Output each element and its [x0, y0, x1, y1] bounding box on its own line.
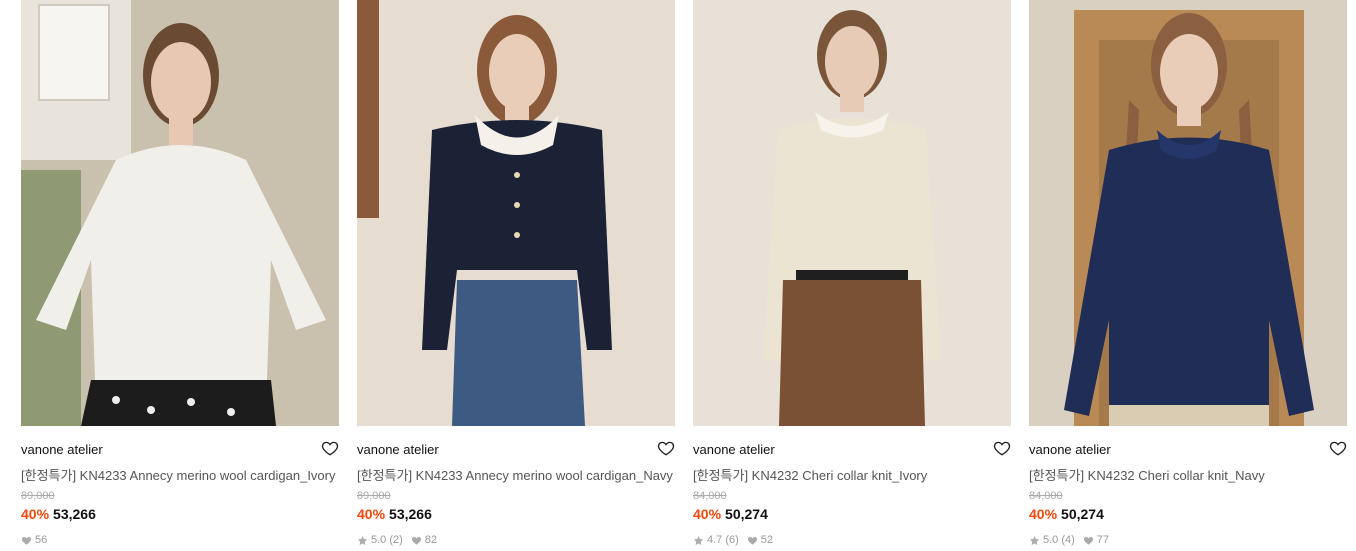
product-card[interactable]: vanone atelier [한정특가] KN4233 Annecy meri… [21, 0, 339, 551]
likes-count: 56 [35, 534, 48, 546]
product-card[interactable]: vanone atelier [한정특가] KN4232 Cheri colla… [693, 0, 1011, 551]
discount-rate: 40% [357, 506, 386, 522]
rating-value: 5.0 (2) [371, 534, 403, 546]
brand-name[interactable]: vanone atelier [357, 442, 439, 457]
model-photo [693, 0, 1011, 426]
likes: 77 [1083, 534, 1109, 546]
heart-filled-icon [747, 535, 758, 545]
likes-count: 52 [760, 534, 774, 546]
heart-outline-icon[interactable] [1329, 439, 1347, 457]
heart-outline-icon[interactable] [657, 439, 675, 457]
discount-rate: 40% [21, 506, 50, 522]
product-stats: 5.0 (4) 77 [1029, 534, 1117, 546]
brand-name[interactable]: vanone atelier [1029, 442, 1111, 457]
likes: 82 [411, 534, 437, 546]
heart-filled-icon [21, 535, 32, 545]
sale-price: 53,266 [389, 506, 432, 522]
sale-price: 53,266 [53, 506, 96, 522]
product-image[interactable] [1029, 0, 1347, 426]
discount-rate: 40% [693, 506, 722, 522]
price-row: 40% 50,274 [1029, 506, 1104, 522]
star-icon [357, 535, 368, 546]
model-photo [21, 0, 339, 426]
product-title[interactable]: [한정특가] KN4232 Cheri collar knit_Ivory [693, 465, 1011, 484]
star-icon [693, 535, 704, 546]
brand-name[interactable]: vanone atelier [21, 442, 103, 457]
likes: 52 [747, 534, 773, 546]
rating: 5.0 (2) [357, 534, 403, 546]
original-price: 89,000 [357, 490, 391, 502]
heart-filled-icon [411, 535, 422, 545]
product-card[interactable]: vanone atelier [한정특가] KN4232 Cheri colla… [1029, 0, 1347, 551]
price-row: 40% 53,266 [21, 506, 96, 522]
product-title[interactable]: [한정특가] KN4233 Annecy merino wool cardiga… [357, 465, 675, 484]
discount-rate: 40% [1029, 506, 1058, 522]
price-row: 40% 53,266 [357, 506, 432, 522]
rating: 4.7 (6) [693, 534, 739, 546]
sale-price: 50,274 [1061, 506, 1104, 522]
heart-outline-icon[interactable] [321, 439, 339, 457]
product-stats: 5.0 (2) 82 [357, 534, 445, 546]
price-row: 40% 50,274 [693, 506, 768, 522]
model-photo [357, 0, 675, 426]
brand-name[interactable]: vanone atelier [693, 442, 775, 457]
likes-count: 82 [424, 534, 438, 546]
product-grid: vanone atelier [한정특가] KN4233 Annecy meri… [0, 0, 1356, 551]
product-title[interactable]: [한정특가] KN4232 Cheri collar knit_Navy [1029, 465, 1347, 484]
sale-price: 50,274 [725, 506, 768, 522]
product-image[interactable] [357, 0, 675, 426]
original-price: 84,000 [1029, 490, 1063, 502]
heart-filled-icon [1083, 535, 1094, 545]
product-card[interactable]: vanone atelier [한정특가] KN4233 Annecy meri… [357, 0, 675, 551]
original-price: 84,000 [693, 490, 727, 502]
rating-value: 4.7 (6) [707, 534, 739, 546]
original-price: 89,000 [21, 490, 55, 502]
rating: 5.0 (4) [1029, 534, 1075, 546]
product-image[interactable] [693, 0, 1011, 426]
model-photo [1029, 0, 1347, 426]
product-stats: 4.7 (6) 52 [693, 534, 781, 546]
likes: 56 [21, 534, 47, 546]
heart-outline-icon[interactable] [993, 439, 1011, 457]
rating-value: 5.0 (4) [1043, 534, 1075, 546]
product-title[interactable]: [한정특가] KN4233 Annecy merino wool cardiga… [21, 465, 339, 484]
star-icon [1029, 535, 1040, 546]
product-stats: 56 [21, 534, 55, 546]
likes-count: 77 [1096, 534, 1110, 546]
product-image[interactable] [21, 0, 339, 426]
